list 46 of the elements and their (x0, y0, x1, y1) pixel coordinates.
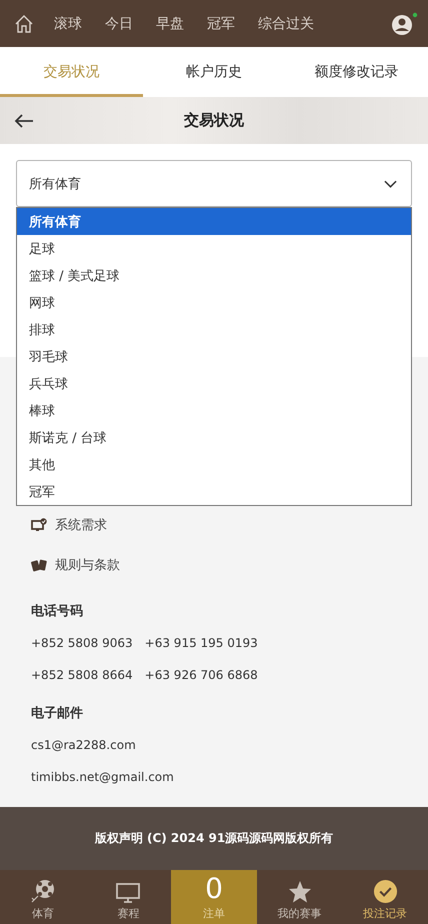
dropdown-option[interactable]: 冠军 (17, 478, 411, 505)
nav-link[interactable]: 早盘 (156, 14, 184, 32)
dropdown-option[interactable]: 羽毛球 (17, 343, 411, 370)
page-title: 交易状况 (183, 111, 245, 130)
dropdown-option[interactable]: 棒球 (17, 397, 411, 424)
email-address: cs1@ra2288.com (31, 738, 136, 752)
dropdown-option[interactable]: 斯诺克 / 台球 (17, 424, 411, 451)
dropdown-option[interactable]: 排球 (17, 316, 411, 343)
user-avatar-icon[interactable] (390, 12, 418, 36)
nav-link[interactable]: 今日 (105, 14, 133, 32)
copyright-text: 版权声明 (C) 2024 91源码源码网版权所有 (94, 830, 334, 847)
back-arrow-icon[interactable] (14, 112, 34, 128)
phone-number: +852 5808 9063 (31, 636, 133, 650)
dropdown-option[interactable]: 兵乓球 (17, 370, 411, 397)
dropdown-option[interactable]: 网球 (17, 289, 411, 316)
dropdown-option[interactable]: 其他 (17, 451, 411, 478)
cards-icon (31, 558, 47, 572)
dropdown-option[interactable]: 足球 (17, 235, 411, 262)
dropdown-option[interactable]: 所有体育 (17, 208, 411, 235)
info-link[interactable]: 系统需求 (55, 516, 107, 534)
chevron-down-icon (384, 180, 397, 188)
nav-link[interactable]: 综合过关 (258, 14, 314, 32)
monitor-check-icon (31, 518, 47, 532)
home-icon[interactable] (14, 14, 34, 34)
nav-link[interactable]: 冠军 (207, 14, 235, 32)
tab[interactable]: 额度修改记录 (285, 47, 428, 97)
soccer-ball-icon (30, 878, 56, 904)
phone-number: +63 926 706 6868 (144, 668, 258, 682)
bottom-nav-item[interactable]: 赛程 (86, 870, 172, 924)
phone-number: +63 915 195 0193 (144, 636, 258, 650)
star-icon (288, 880, 312, 904)
monitor-icon (115, 882, 142, 904)
bottom-nav-item[interactable]: 我的赛事 (256, 870, 342, 924)
bet-count: 0 (205, 874, 223, 904)
tab[interactable]: 帐户历史 (142, 47, 286, 97)
email-address: timibbs.net@gmail.com (31, 770, 174, 784)
bottom-nav-item[interactable]: 投注记录 (342, 870, 428, 924)
section-heading: 电子邮件 (31, 705, 84, 723)
check-circle-icon (372, 879, 398, 904)
info-link[interactable]: 规则与条款 (55, 556, 120, 574)
phone-number: +852 5808 8664 (31, 668, 133, 682)
dropdown-option[interactable]: 篮球 / 美式足球 (17, 262, 411, 289)
nav-link[interactable]: 滚球 (54, 14, 82, 32)
bottom-nav-item[interactable]: 体育 (0, 870, 86, 924)
sport-select[interactable]: 所有体育 (16, 160, 412, 207)
section-heading: 电话号码 (31, 603, 84, 621)
